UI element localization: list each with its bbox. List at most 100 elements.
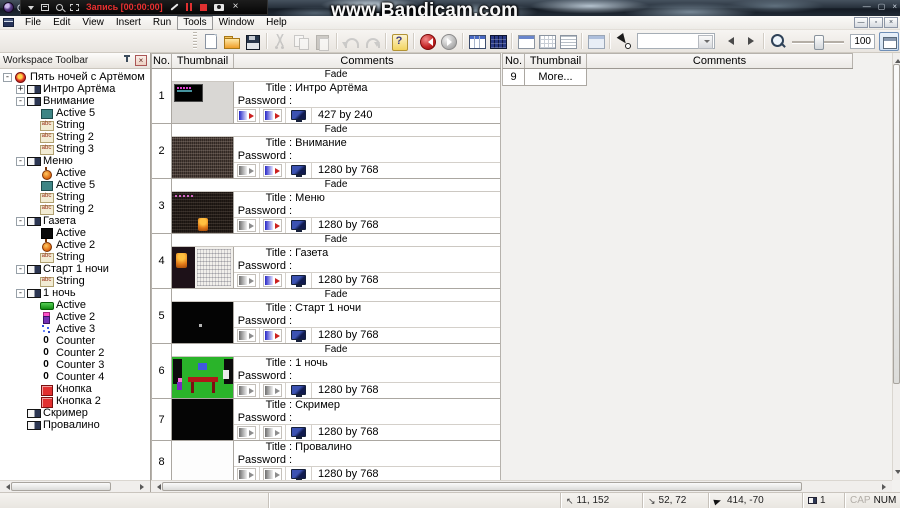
previous-frame-button[interactable] bbox=[718, 32, 739, 51]
collapse-toggle[interactable]: - bbox=[16, 216, 25, 226]
mdi-close-button[interactable]: × bbox=[884, 17, 898, 28]
no-transition-icon[interactable] bbox=[237, 274, 256, 287]
paste-button[interactable] bbox=[312, 32, 333, 51]
frame-row[interactable]: Title : Газета Password : 1280 by 768 bbox=[172, 247, 500, 289]
tree-item[interactable]: Counter bbox=[0, 335, 150, 347]
new-button[interactable] bbox=[200, 32, 221, 51]
tree-item[interactable]: - Внимание bbox=[0, 95, 150, 107]
frame-row[interactable]: Title : Старт 1 ночи Password : 1280 by 7… bbox=[172, 302, 500, 344]
collapse-toggle[interactable]: - bbox=[16, 96, 25, 106]
column-header-no[interactable]: No. bbox=[152, 54, 172, 68]
tree-item[interactable]: String bbox=[0, 119, 150, 131]
scroll-up-icon[interactable] bbox=[895, 56, 900, 63]
bandicam-stop-button[interactable] bbox=[199, 3, 207, 11]
document-icon[interactable] bbox=[3, 18, 14, 27]
bandicam-draw-icon[interactable] bbox=[170, 3, 179, 11]
frame-number[interactable]: 8 bbox=[152, 441, 172, 480]
bandicam-window-icon[interactable] bbox=[41, 3, 49, 11]
bandicam-close-button[interactable]: × bbox=[233, 2, 239, 12]
thumbnail-cell[interactable] bbox=[172, 82, 234, 123]
minimize-button[interactable]: — bbox=[863, 2, 871, 11]
mdi-restore-button[interactable]: ▫ bbox=[869, 17, 883, 28]
tree-item[interactable]: Active 5 bbox=[0, 179, 150, 191]
tree-item[interactable]: Кнопка 2 bbox=[0, 395, 150, 408]
no-transition-icon[interactable] bbox=[237, 219, 256, 232]
back-button[interactable] bbox=[417, 32, 438, 51]
scrollbar-thumb[interactable] bbox=[162, 482, 802, 491]
tree-item[interactable]: String 2 bbox=[0, 131, 150, 143]
transition-cell[interactable]: Fade bbox=[172, 69, 500, 82]
bandicam-region-icon[interactable] bbox=[70, 3, 79, 11]
single-view-toggle[interactable] bbox=[879, 31, 899, 51]
tree-item[interactable]: Active bbox=[0, 167, 150, 180]
open-button[interactable] bbox=[221, 32, 242, 51]
tree-item[interactable]: String bbox=[0, 251, 150, 263]
tree-item[interactable]: - Старт 1 ночи bbox=[0, 263, 150, 275]
column-header-thumbnail[interactable]: Thumbnail bbox=[525, 54, 587, 68]
tree-item[interactable]: + Интро Артёма bbox=[0, 83, 150, 95]
frame-number[interactable]: 1 bbox=[152, 69, 172, 124]
frame-thumbnail[interactable] bbox=[172, 137, 233, 178]
no-transition-icon[interactable] bbox=[237, 468, 256, 480]
transition-cell[interactable]: Fade bbox=[172, 124, 500, 137]
column-header-comments[interactable]: Comments bbox=[234, 54, 501, 68]
toolbar-grip[interactable] bbox=[193, 32, 197, 50]
transition-cell[interactable]: Fade bbox=[172, 289, 500, 302]
frame-number[interactable]: 4 bbox=[152, 234, 172, 289]
zoom-slider[interactable] bbox=[790, 33, 846, 50]
frame-thumbnail[interactable] bbox=[172, 399, 233, 440]
transition-cell[interactable]: Fade bbox=[172, 344, 500, 357]
scrollbar-thumb[interactable] bbox=[893, 64, 900, 384]
menu-help[interactable]: Help bbox=[260, 16, 293, 30]
collapse-toggle[interactable]: - bbox=[16, 156, 25, 166]
menu-edit[interactable]: Edit bbox=[47, 16, 76, 30]
tree-item[interactable]: Active 3 bbox=[0, 323, 150, 335]
close-button[interactable]: × bbox=[892, 2, 897, 11]
tree-item[interactable]: - Меню bbox=[0, 155, 150, 167]
frame-number[interactable]: 7 bbox=[152, 399, 172, 441]
event-list-editor-button[interactable] bbox=[557, 32, 578, 51]
menu-window[interactable]: Window bbox=[213, 16, 261, 30]
collapse-toggle[interactable]: - bbox=[16, 288, 25, 298]
tree-item[interactable]: String bbox=[0, 275, 150, 287]
scroll-left-icon[interactable] bbox=[154, 484, 161, 490]
bandicam-menu-caret[interactable] bbox=[28, 5, 34, 13]
tree-item[interactable]: String 2 bbox=[0, 203, 150, 215]
thumbnail-cell[interactable] bbox=[172, 441, 234, 480]
scroll-right-icon[interactable] bbox=[882, 484, 889, 490]
tree-item[interactable]: Active 2 bbox=[0, 239, 150, 252]
thumbnail-cell[interactable] bbox=[172, 247, 234, 288]
tree-item[interactable]: Counter 4 bbox=[0, 371, 150, 383]
panel-close-button[interactable]: × bbox=[135, 55, 147, 66]
frame-number[interactable]: 3 bbox=[152, 179, 172, 234]
column-header-thumbnail[interactable]: Thumbnail bbox=[172, 54, 234, 68]
zoom-level-input[interactable]: 100 bbox=[850, 33, 875, 49]
frame-thumbnail[interactable] bbox=[172, 192, 233, 233]
save-button[interactable] bbox=[242, 32, 263, 51]
frame-row[interactable]: Title : Меню Password : 1280 by 768 bbox=[172, 192, 500, 234]
frame-row[interactable]: Title : 1 ночь Password : 1280 by 768 bbox=[172, 357, 500, 399]
frame-number[interactable]: 5 bbox=[152, 289, 172, 344]
bandicam-pause-button[interactable] bbox=[185, 3, 193, 11]
fade-transition-icon[interactable] bbox=[263, 219, 282, 232]
menu-insert[interactable]: Insert bbox=[110, 16, 147, 30]
tree-item[interactable]: String bbox=[0, 191, 150, 203]
thumbnail-cell[interactable] bbox=[172, 192, 234, 233]
column-header-no[interactable]: No. bbox=[503, 54, 525, 68]
thumbnail-cell[interactable] bbox=[172, 399, 234, 440]
frame-row[interactable]: Title : Внимание Password : 1280 by 768 bbox=[172, 137, 500, 179]
no-transition-icon[interactable] bbox=[237, 329, 256, 342]
collapse-toggle[interactable]: - bbox=[16, 264, 25, 274]
bandicam-screenshot-button[interactable] bbox=[213, 3, 224, 11]
no-transition-icon[interactable] bbox=[237, 164, 256, 177]
fade-transition-icon[interactable] bbox=[263, 164, 282, 177]
frame-thumbnail[interactable] bbox=[172, 247, 233, 288]
thumbnail-cell[interactable] bbox=[172, 357, 234, 398]
data-elements-button[interactable] bbox=[585, 32, 606, 51]
no-transition-icon[interactable] bbox=[263, 468, 282, 480]
frame-select-combo[interactable] bbox=[637, 33, 715, 49]
cut-button[interactable] bbox=[270, 32, 291, 51]
fade-transition-icon[interactable] bbox=[263, 109, 282, 122]
fade-transition-icon[interactable] bbox=[263, 329, 282, 342]
transition-cell[interactable]: Fade bbox=[172, 234, 500, 247]
